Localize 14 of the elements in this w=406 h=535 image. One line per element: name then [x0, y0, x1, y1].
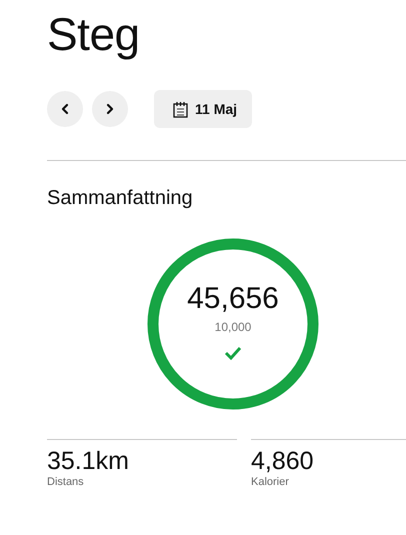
chevron-right-icon	[104, 103, 116, 115]
page-title: Steg	[47, 8, 141, 60]
step-count: 45,656	[187, 282, 279, 316]
stat-value: 35.1km	[47, 446, 130, 476]
stat-label: Kalorier	[251, 476, 290, 488]
chevron-left-icon	[59, 103, 71, 115]
stat-value: 4,860	[251, 446, 315, 476]
step-goal: 10,000	[214, 320, 252, 334]
calendar-icon	[173, 100, 188, 118]
previous-button[interactable]	[47, 91, 83, 127]
next-button[interactable]	[92, 91, 128, 127]
section-heading: Sammanfattning	[47, 187, 194, 210]
stat-label: Distans	[47, 476, 85, 488]
date-button[interactable]: 11 Maj	[154, 90, 252, 128]
